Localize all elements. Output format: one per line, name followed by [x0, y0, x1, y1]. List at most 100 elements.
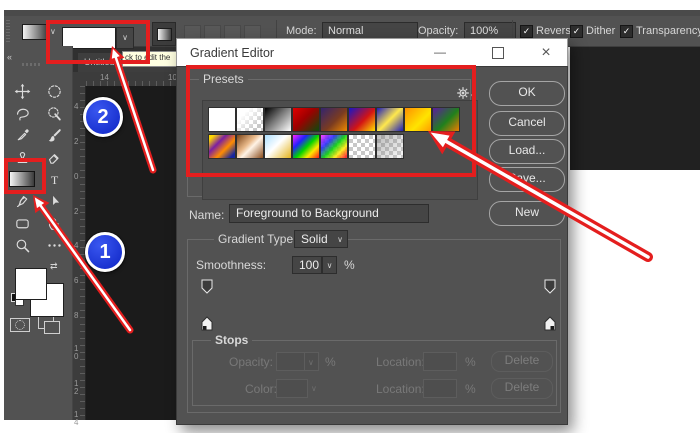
name-field[interactable]: Foreground to Background	[229, 204, 429, 223]
name-label: Name:	[189, 209, 224, 222]
close-button[interactable]: ×	[533, 45, 559, 62]
vertical-ruler: 42024681 01 21 4	[72, 86, 86, 420]
stop-location-unit-2: %	[465, 383, 476, 396]
pen-tool[interactable]	[7, 191, 37, 211]
linear-gradient-icon	[157, 28, 172, 41]
v-ruler-label: 6	[74, 277, 78, 285]
lasso-tool-icon	[14, 105, 31, 122]
toolbar-grip	[22, 63, 42, 66]
quick-mask-icon[interactable]	[10, 318, 30, 332]
opacity-label: Opacity:	[418, 25, 458, 37]
gradient-type-group: Gradient Type: Solid ∨ Smoothness: 100 ∨…	[187, 239, 561, 413]
smoothness-chevron[interactable]: ∨	[322, 256, 337, 274]
chevron-down-icon: ∨	[323, 262, 336, 270]
v-ruler-label: 2	[74, 138, 78, 146]
opacity-stop-left[interactable]	[201, 279, 213, 294]
new-button[interactable]: New	[489, 201, 565, 226]
delete-color-stop-button: Delete	[491, 378, 553, 399]
foreground-color-swatch[interactable]	[15, 268, 47, 300]
path-selection-tool[interactable]	[39, 191, 69, 211]
shape-tool[interactable]	[7, 213, 37, 233]
stop-location-unit-1: %	[465, 356, 476, 369]
ellipse-marquee-tool-icon	[46, 83, 63, 100]
horizontal-ruler: 1410	[86, 72, 176, 87]
save-button[interactable]: Save...	[489, 167, 565, 192]
eyedropper-tool[interactable]	[7, 125, 37, 145]
ellipse-marquee-tool[interactable]	[39, 81, 69, 101]
stop-opacity-label: Opacity:	[229, 356, 273, 369]
load-button[interactable]: Load...	[489, 139, 565, 164]
toolbar-collapse-button[interactable]: «	[7, 52, 12, 62]
stops-group: Stops Opacity: ∨ % Location: % Delete Co…	[192, 340, 557, 406]
chevron-down-icon: ∨	[337, 236, 343, 244]
dither-label: Dither	[586, 25, 615, 37]
step-badge-1: 1	[85, 232, 125, 272]
move-tool-icon	[14, 83, 31, 100]
gradient-type-label: Gradient Type:	[214, 233, 301, 246]
quick-mask-circle	[15, 320, 25, 330]
opacity-stop-right[interactable]	[544, 279, 556, 294]
ruler-corner	[72, 72, 87, 87]
step-badge-2: 2	[83, 97, 123, 137]
dialog-titlebar[interactable]: Gradient Editor — ×	[176, 38, 568, 66]
stop-opacity-unit: %	[325, 356, 336, 369]
color-stop-right[interactable]	[544, 316, 556, 331]
stop-location-label-1: Location:	[376, 356, 425, 369]
gradient-type-select[interactable]: Solid ∨	[294, 230, 348, 248]
smoothness-label: Smoothness:	[196, 259, 266, 272]
stop-color-chevron: ∨	[311, 384, 317, 393]
brush-tool[interactable]	[39, 125, 69, 145]
more-tools-icon	[46, 237, 63, 254]
smoothness-unit: %	[344, 259, 355, 272]
mode-label: Mode:	[286, 25, 317, 37]
reverse-checkbox[interactable]: ✓	[520, 25, 533, 38]
more-tools[interactable]	[39, 235, 69, 255]
transparency-label: Transparency	[636, 25, 700, 37]
linear-gradient-button[interactable]	[152, 22, 176, 46]
maximize-icon	[492, 47, 504, 59]
stops-label: Stops	[211, 334, 252, 347]
highlight-presets	[186, 65, 476, 177]
hand-tool[interactable]	[39, 213, 69, 233]
path-selection-tool-icon	[46, 193, 63, 210]
v-ruler-label: 0	[74, 173, 78, 181]
swap-colors-icon[interactable]: ⇄	[50, 261, 58, 272]
smoothness-field[interactable]: 100	[292, 256, 322, 274]
highlight-gradient-preview	[46, 20, 150, 64]
lasso-tool[interactable]	[7, 103, 37, 123]
type-tool-icon: T	[46, 171, 63, 188]
delete-opacity-stop-button: Delete	[491, 351, 553, 372]
dither-checkbox[interactable]: ✓	[570, 25, 583, 38]
maximize-button[interactable]	[485, 45, 511, 62]
move-tool[interactable]	[7, 81, 37, 101]
quick-selection-tool-icon	[46, 105, 63, 122]
color-stop-left[interactable]	[201, 316, 213, 331]
eyedropper-tool-icon	[14, 127, 31, 144]
v-ruler-label: 1 0	[74, 345, 78, 361]
stop-color-label: Color:	[245, 383, 277, 396]
stop-location-label-2: Location:	[376, 383, 425, 396]
stop-color-swatch	[276, 379, 308, 398]
zoom-tool[interactable]	[7, 235, 37, 255]
v-ruler-label: 2	[74, 208, 78, 216]
minimize-button[interactable]: —	[427, 45, 453, 62]
screenshot-root: ∨ ∨ Mode: Normal Opacity: 100% ✓ Reverse…	[0, 0, 700, 433]
v-ruler-label: 1 4	[74, 411, 78, 427]
hand-tool-icon	[46, 215, 63, 232]
v-ruler-label: 8	[74, 312, 78, 320]
toolbar: « T ⇄	[4, 46, 73, 420]
gradient-type-value: Solid	[301, 232, 328, 246]
cancel-button[interactable]: Cancel	[489, 111, 565, 136]
eraser-tool-icon	[46, 149, 63, 166]
tool-preset-icon[interactable]	[22, 24, 48, 40]
ok-button[interactable]: OK	[489, 81, 565, 106]
brush-tool-icon	[46, 127, 63, 144]
canvas-area: Untitled-1 @ 66,7% ( 1410 42024681 01 21…	[72, 45, 176, 420]
zoom-tool-icon	[14, 237, 31, 254]
transparency-checkbox[interactable]: ✓	[620, 25, 633, 38]
quick-selection-tool[interactable]	[39, 103, 69, 123]
stop-opacity-field	[276, 352, 306, 371]
v-ruler-label: 4	[74, 242, 78, 250]
pen-tool-icon	[14, 193, 31, 210]
v-ruler-label: 4	[74, 103, 78, 111]
